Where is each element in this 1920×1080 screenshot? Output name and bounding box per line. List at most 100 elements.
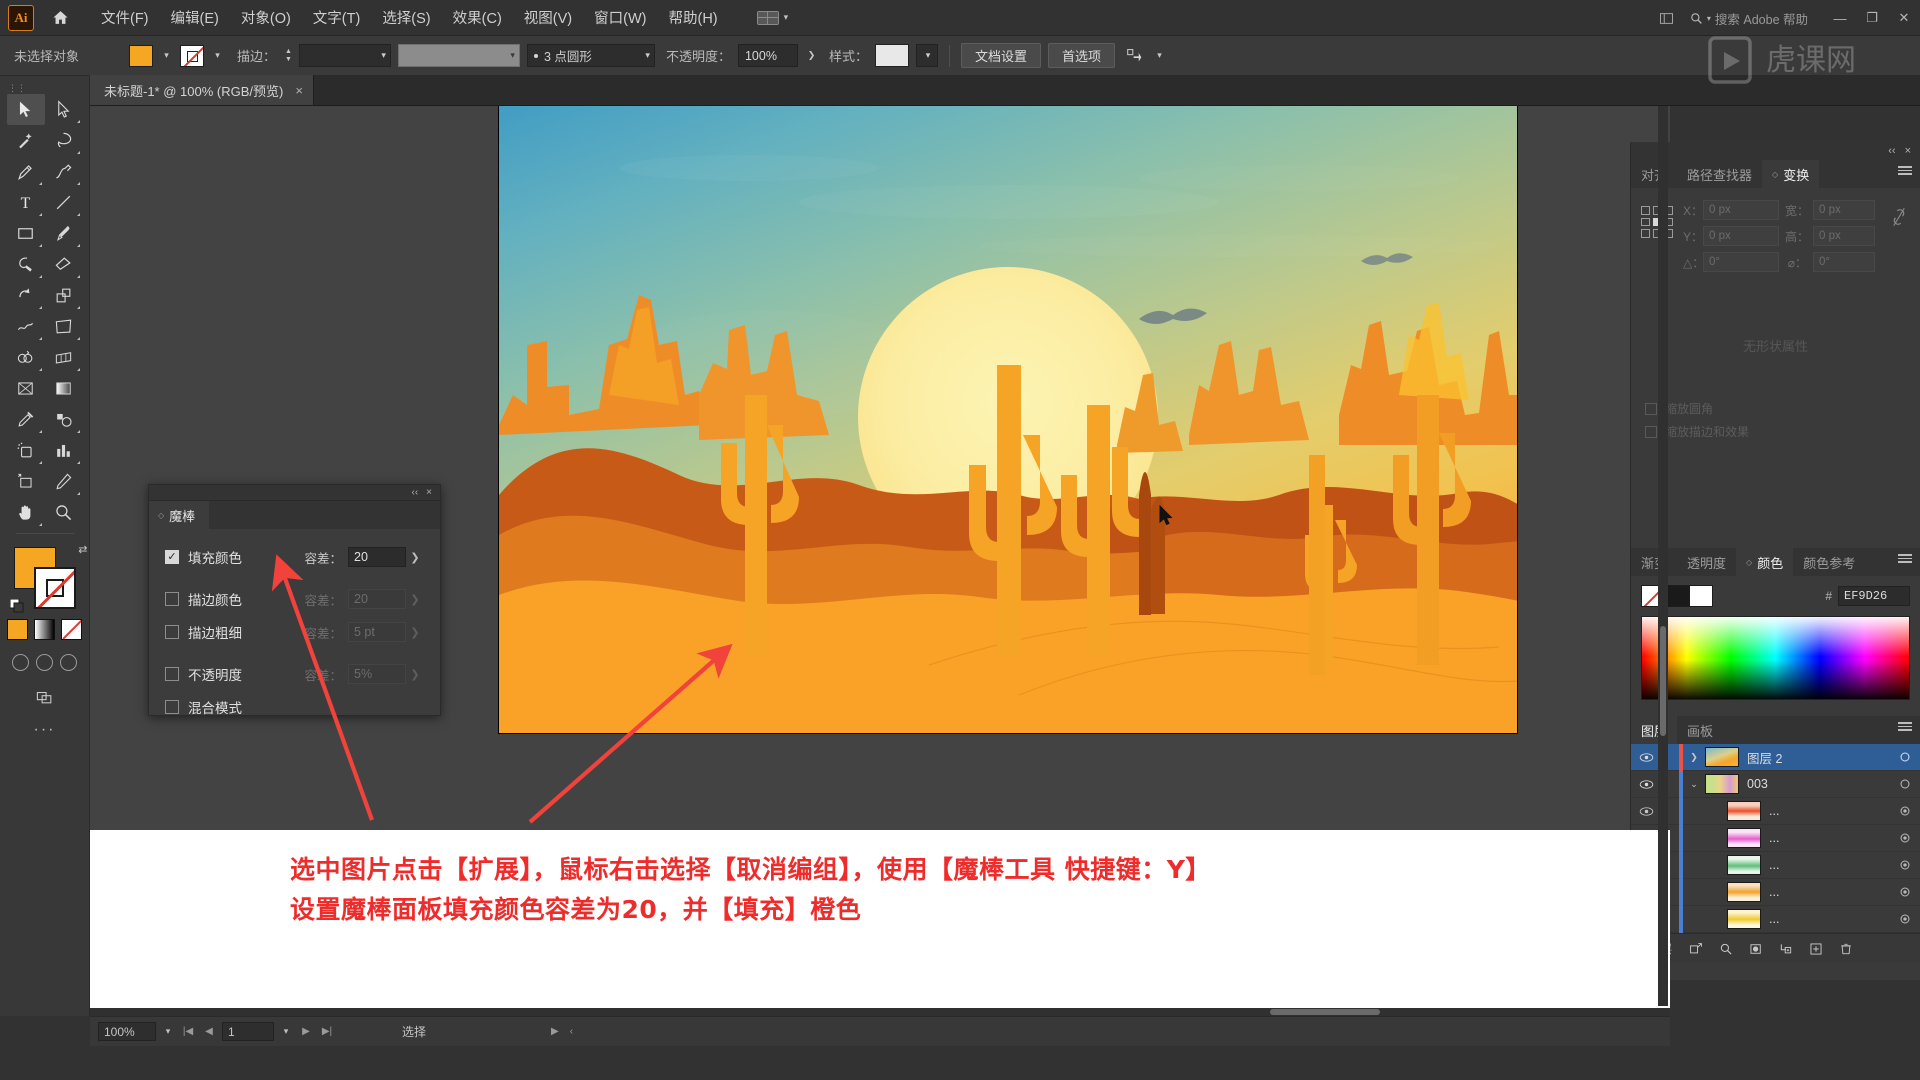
menu-object[interactable]: 对象(O) [230,3,302,32]
preferences-button[interactable]: 首选项 [1048,43,1116,68]
stroke-color-checkbox[interactable] [165,592,179,606]
width-tool[interactable] [7,311,45,342]
menu-select[interactable]: 选择(S) [371,3,441,32]
visibility-toggle-icon[interactable] [1631,779,1661,790]
white-swatch[interactable] [1689,585,1713,607]
scroll-thumb[interactable] [1270,1009,1380,1015]
delete-layer-icon[interactable] [1832,937,1860,961]
locate-object-icon[interactable] [1712,937,1740,961]
search-adobe-help[interactable]: ▾ 搜索 Adobe 帮助 [1682,6,1816,30]
fill-color-checkbox[interactable] [165,550,179,564]
swap-fill-stroke-icon[interactable]: ⇄ [78,543,87,556]
target-indicator-icon[interactable] [1890,913,1920,925]
style-dropdown[interactable]: ▾ [915,44,938,67]
status-expand-icon[interactable]: ▶ [551,1026,559,1037]
color-panel[interactable]: 渐变 透明度 ◇ 颜色 颜色参考 # EF9D26 [1630,548,1920,716]
menu-edit[interactable]: 编辑(E) [160,3,230,32]
table-row[interactable]: ... [1631,851,1920,879]
panel-menu-icon[interactable] [1898,722,1912,731]
toolbar-drag-handle[interactable]: ⋮⋮ [0,82,89,94]
tab-pathfinder[interactable]: 路径查找器 [1677,160,1762,188]
menu-type[interactable]: 文字(T) [302,3,372,32]
h-input[interactable]: 0 px [1813,226,1875,246]
align-chevron-down-icon[interactable]: ▾ [1153,46,1166,66]
document-tab[interactable]: 未标题-1* @ 100% (RGB/预览) × [90,75,314,105]
layer-name[interactable]: ... [1769,804,1890,818]
tab-color[interactable]: ◇ 颜色 [1736,548,1794,576]
w-input[interactable]: 0 px [1813,200,1875,220]
collapse-icon[interactable]: ‹‹ [411,487,418,498]
free-transform-tool[interactable] [45,311,83,342]
toolbar-stroke-swatch[interactable] [33,567,76,609]
fill-tolerance-input[interactable]: 20 [348,547,406,567]
full-screen-mode-icon[interactable] [60,654,77,671]
layer-name[interactable]: ... [1769,858,1890,872]
layer-name[interactable]: 图层 2 [1747,748,1890,767]
full-screen-menu-mode-icon[interactable] [36,654,53,671]
zoom-level-input[interactable]: 100% [98,1022,156,1041]
gradient-tool[interactable] [45,373,83,404]
visibility-toggle-icon[interactable] [1631,806,1661,817]
last-artboard-icon[interactable]: ▶| [319,1026,335,1037]
table-row[interactable]: ... [1631,824,1920,852]
tab-layers[interactable]: 图层 [1631,716,1678,744]
layer-name[interactable]: ... [1769,912,1890,926]
create-sublayer-icon[interactable] [1772,937,1800,961]
close-icon[interactable]: × [295,83,303,98]
table-row[interactable]: ... [1631,797,1920,825]
align-to-icon[interactable] [1122,45,1146,67]
target-indicator-icon[interactable] [1890,805,1920,817]
column-graph-tool[interactable] [45,435,83,466]
fill-tolerance-stepper-icon[interactable]: ❯ [406,551,424,564]
paintbrush-tool[interactable] [45,218,83,249]
color-spectrum[interactable] [1641,616,1910,700]
stroke-weight-dropdown[interactable]: ▾ [298,44,391,67]
artboard[interactable] [498,106,1518,734]
gradient-fill-button[interactable] [34,619,55,640]
opacity-input[interactable]: 100% [737,44,798,67]
eraser-tool[interactable] [45,249,83,280]
magic-wand-tool[interactable] [7,125,45,156]
scale-strokes-effects-row[interactable]: 缩放描边和效果 [1645,423,1906,440]
menu-effect[interactable]: 效果(C) [442,3,513,32]
panel-menu-icon[interactable] [1898,166,1912,175]
stroke-chevron-down-icon[interactable]: ▾ [211,46,224,66]
layer-name[interactable]: ... [1769,885,1890,899]
magic-wand-row-stroke-weight[interactable]: 描边粗细 容差： 5 pt ❯ [165,618,424,646]
y-input[interactable]: 0 px [1703,226,1779,246]
opacity-checkbox[interactable] [165,667,179,681]
artboard-chevron-down-icon[interactable]: ▾ [279,1022,293,1041]
document-setup-button[interactable]: 文档设置 [960,43,1041,68]
target-indicator-icon[interactable] [1890,859,1920,871]
tab-gradient[interactable]: 渐变 [1631,548,1677,576]
maximize-button[interactable]: ❐ [1856,5,1888,31]
tab-artboards[interactable]: 画板 [1677,716,1723,744]
constrain-proportions-icon[interactable] [1888,200,1910,234]
tab-color-guide[interactable]: 颜色参考 [1793,548,1865,576]
stroke-weight-checkbox[interactable] [165,625,179,639]
workspace-switcher[interactable]: ▾ [751,8,795,28]
magic-wand-row-opacity[interactable]: 不透明度 容差： 5% ❯ [165,660,424,688]
default-fill-stroke-icon[interactable] [9,598,24,613]
collapse-toggle-icon[interactable]: ⌄ [1683,779,1705,790]
tab-align[interactable]: 对齐 [1631,160,1677,188]
selection-tool[interactable] [6,94,45,125]
scale-tool[interactable] [45,280,83,311]
artboard-tool[interactable] [7,466,45,497]
symbol-sprayer-tool[interactable] [7,435,45,466]
mesh-tool[interactable] [7,373,45,404]
hand-tool[interactable] [7,497,45,528]
artboard-number-input[interactable]: 1 [222,1022,274,1041]
previous-artboard-icon[interactable]: ◀ [201,1026,217,1037]
tab-transform[interactable]: ◇ 变换 [1762,160,1820,188]
target-indicator-icon[interactable] [1890,832,1920,844]
menu-view[interactable]: 视图(V) [513,3,583,32]
create-new-layer-icon[interactable] [1802,937,1830,961]
scroll-thumb[interactable] [1660,626,1666,736]
zoom-tool[interactable] [45,497,83,528]
menu-file[interactable]: 文件(F) [90,3,160,32]
color-fill-button[interactable] [7,619,28,640]
eyedropper-tool[interactable] [7,404,45,435]
arrange-documents-icon[interactable] [1654,5,1680,31]
fill-chevron-down-icon[interactable]: ▾ [160,46,173,66]
